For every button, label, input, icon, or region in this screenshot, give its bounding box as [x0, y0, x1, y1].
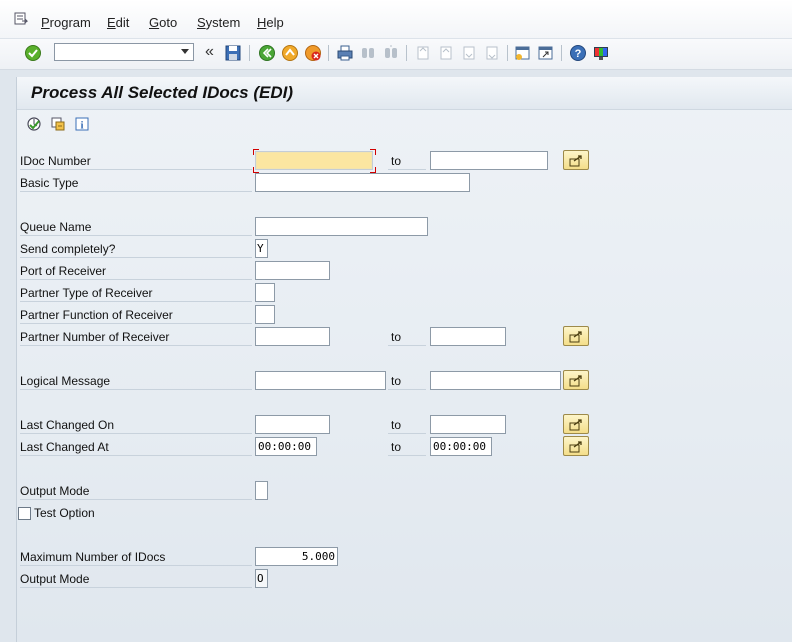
find-icon[interactable]	[359, 44, 377, 62]
multiple-selection-arrow-icon	[569, 441, 582, 453]
shortcut-icon[interactable]	[537, 44, 555, 62]
last-changed-at-to-label: to	[388, 438, 426, 456]
menu-bar: Program Edit Goto System Help	[0, 0, 792, 39]
logical-message-to-input[interactable]	[430, 371, 561, 390]
port-of-receiver-label: Port of Receiver	[20, 262, 252, 280]
logical-message-label: Logical Message	[20, 372, 252, 390]
idoc-number-to-input[interactable]	[430, 151, 548, 170]
menu-system[interactable]: System	[197, 15, 240, 30]
variant-icon[interactable]	[50, 116, 66, 132]
save-icon[interactable]	[224, 44, 242, 62]
svg-text:?: ?	[575, 48, 582, 60]
separator	[328, 45, 329, 61]
last-changed-on-to-input[interactable]	[430, 415, 506, 434]
idoc-number-label: IDoc Number	[20, 152, 252, 170]
idoc-number-multiple-selection-button[interactable]	[563, 150, 589, 170]
application-toolbar: i	[17, 110, 792, 140]
last-changed-on-label: Last Changed On	[20, 416, 252, 434]
system-menu-icon[interactable]	[14, 12, 28, 26]
print-icon[interactable]	[336, 44, 354, 62]
last-changed-at-to-input[interactable]: 00:00:00	[430, 437, 492, 456]
basic-type-label: Basic Type	[20, 174, 252, 192]
partner-type-input[interactable]	[255, 283, 275, 302]
port-of-receiver-input[interactable]	[255, 261, 330, 280]
partner-number-from-input[interactable]	[255, 327, 330, 346]
first-page-icon[interactable]	[414, 44, 432, 62]
max-idocs-label: Maximum Number of IDocs	[20, 548, 252, 566]
find-next-icon[interactable]	[382, 44, 400, 62]
idoc-number-to-label: to	[388, 152, 426, 170]
partner-number-label: Partner Number of Receiver	[20, 328, 252, 346]
test-option-label: Test Option	[34, 506, 95, 520]
multiple-selection-arrow-icon	[569, 331, 582, 343]
partner-number-multiple-selection-button[interactable]	[563, 326, 589, 346]
cancel-icon[interactable]	[304, 44, 322, 62]
test-option-checkbox[interactable]	[18, 507, 31, 520]
logical-message-multiple-selection-button[interactable]	[563, 370, 589, 390]
info-icon[interactable]: i	[74, 116, 90, 132]
svg-text:i: i	[80, 120, 83, 132]
partner-function-input[interactable]	[255, 305, 275, 324]
partner-type-label: Partner Type of Receiver	[20, 284, 252, 302]
separator	[507, 45, 508, 61]
command-input[interactable]	[57, 45, 179, 61]
separator	[406, 45, 407, 61]
basic-type-input[interactable]	[255, 173, 470, 192]
focus-corner	[370, 149, 376, 155]
last-page-icon[interactable]	[483, 44, 501, 62]
last-changed-at-label: Last Changed At	[20, 438, 252, 456]
enter-checkmark-icon[interactable]	[24, 44, 42, 62]
back-icon[interactable]	[258, 44, 276, 62]
logical-message-from-input[interactable]	[255, 371, 386, 390]
execute-icon[interactable]	[26, 116, 42, 132]
multiple-selection-arrow-icon	[569, 419, 582, 431]
exit-icon[interactable]	[281, 44, 299, 62]
max-idocs-input[interactable]: 5.000	[255, 547, 338, 566]
multiple-selection-arrow-icon	[569, 155, 582, 167]
menu-help[interactable]: Help	[257, 15, 284, 30]
output-mode-input[interactable]	[255, 481, 268, 500]
customize-layout-icon[interactable]	[592, 44, 610, 62]
previous-page-icon[interactable]	[437, 44, 455, 62]
idoc-number-from-input[interactable]	[255, 151, 373, 170]
menu-program[interactable]: Program	[41, 15, 91, 30]
queue-name-input[interactable]	[255, 217, 428, 236]
standard-toolbar: « ?	[0, 39, 792, 70]
menu-goto[interactable]: Goto	[149, 15, 177, 30]
separator	[249, 45, 250, 61]
command-history-icon[interactable]: «	[205, 44, 214, 60]
output-mode-2-input[interactable]: O	[255, 569, 268, 588]
output-mode-2-label: Output Mode	[20, 570, 252, 588]
create-session-icon[interactable]	[514, 44, 532, 62]
queue-name-label: Queue Name	[20, 218, 252, 236]
send-completely-label: Send completely?	[20, 240, 252, 258]
output-mode-label: Output Mode	[20, 482, 252, 500]
menu-edit[interactable]: Edit	[107, 15, 129, 30]
last-changed-at-multiple-selection-button[interactable]	[563, 436, 589, 456]
help-icon[interactable]: ?	[569, 44, 587, 62]
last-changed-on-to-label: to	[388, 416, 426, 434]
focus-corner	[253, 149, 259, 155]
command-field[interactable]	[54, 43, 194, 61]
chevron-down-icon[interactable]	[181, 49, 189, 54]
title-bar: Process All Selected IDocs (EDI)	[17, 77, 792, 110]
logical-message-to-label: to	[388, 372, 426, 390]
send-completely-input[interactable]: Y	[255, 239, 268, 258]
partner-number-to-input[interactable]	[430, 327, 506, 346]
multiple-selection-arrow-icon	[569, 375, 582, 387]
page-title: Process All Selected IDocs (EDI)	[31, 83, 294, 102]
separator	[561, 45, 562, 61]
last-changed-at-from-input[interactable]: 00:00:00	[255, 437, 317, 456]
partner-number-to-label: to	[388, 328, 426, 346]
last-changed-on-from-input[interactable]	[255, 415, 330, 434]
partner-function-label: Partner Function of Receiver	[20, 306, 252, 324]
last-changed-on-multiple-selection-button[interactable]	[563, 414, 589, 434]
next-page-icon[interactable]	[460, 44, 478, 62]
